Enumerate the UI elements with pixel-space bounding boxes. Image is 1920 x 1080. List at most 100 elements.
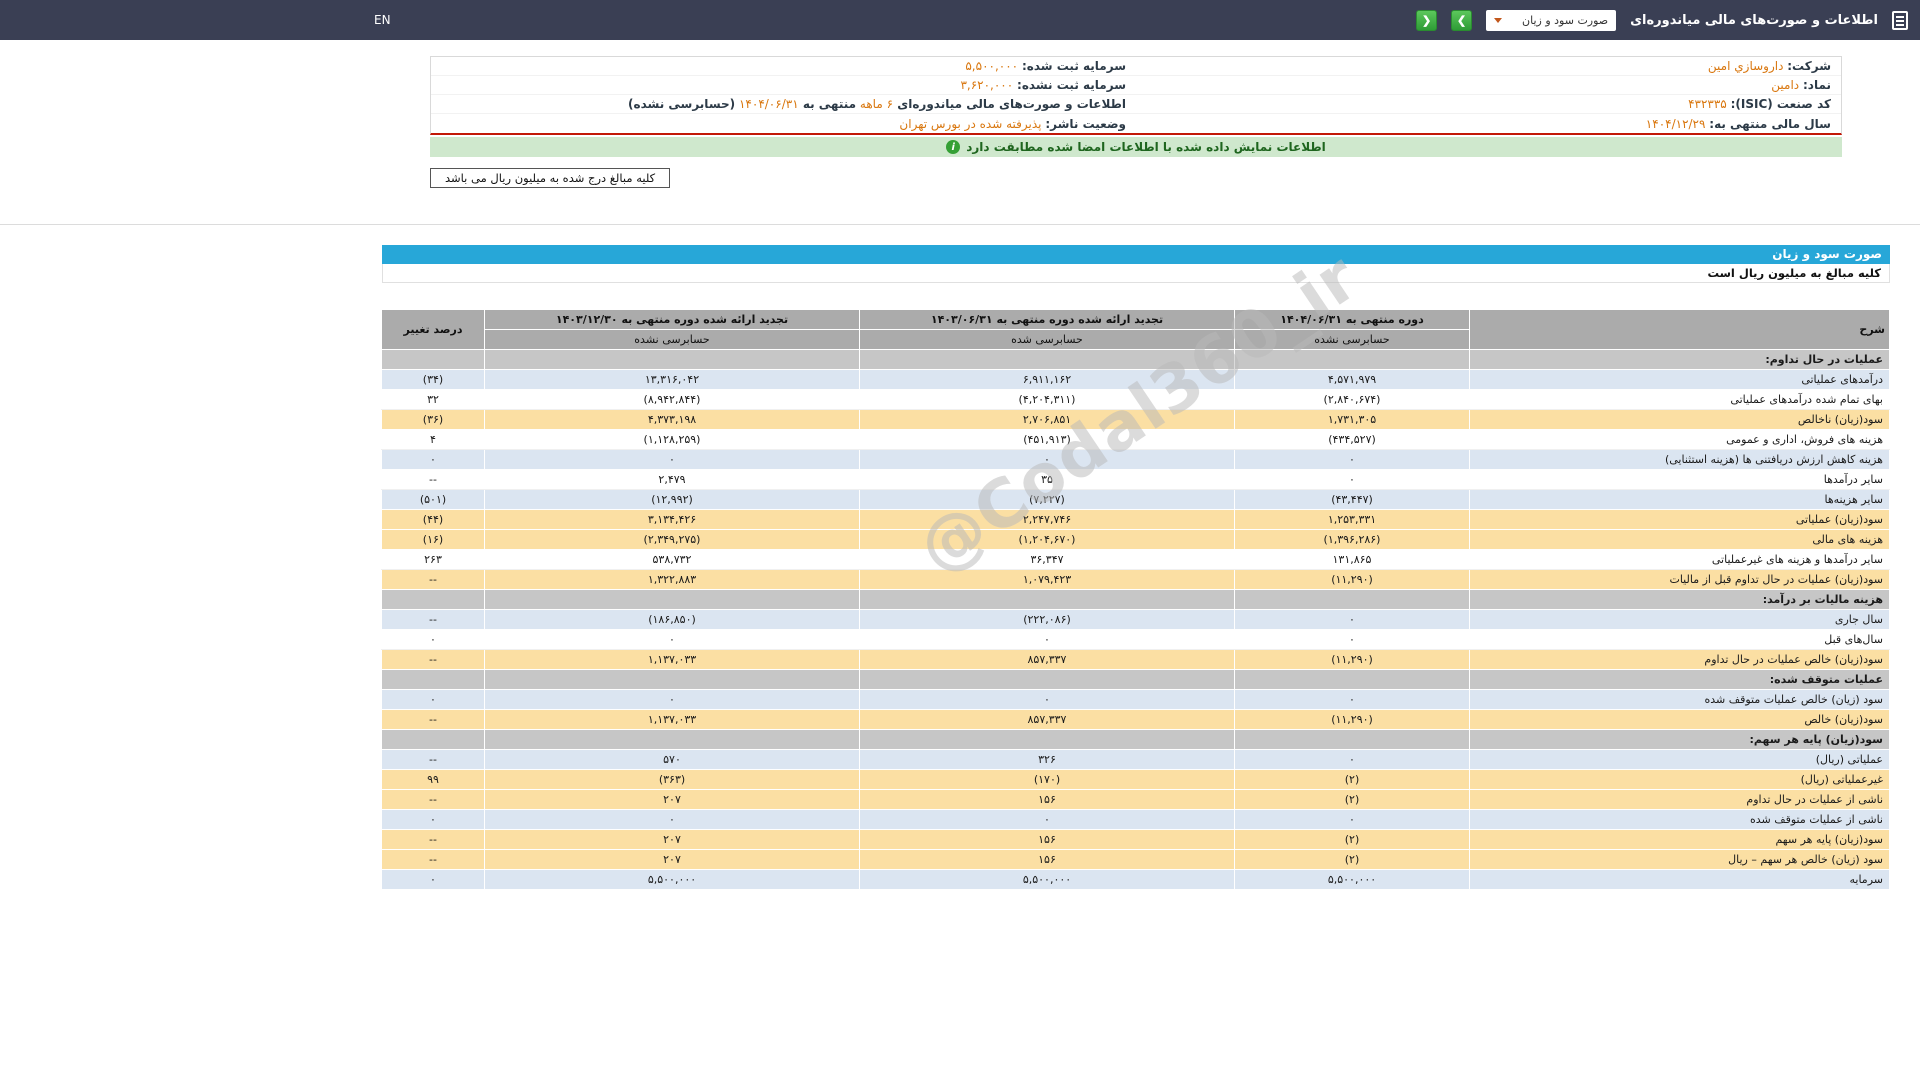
report-type-select[interactable]: صورت سود و زیان <box>1486 10 1616 31</box>
data-row: سرمایه۵,۵۰۰,۰۰۰۵,۵۰۰,۰۰۰۵,۵۰۰,۰۰۰۰ <box>382 870 1890 890</box>
change-percent-cell: ۴ <box>382 430 485 450</box>
value-cell: ۱۵۶ <box>860 830 1235 850</box>
value-cell: ۵۷۰ <box>485 750 860 770</box>
unit-note-row: کلیه مبالغ درج شده به میلیون ریال می باش… <box>430 167 1842 188</box>
section-divider <box>0 224 1920 225</box>
value-cell: (۴۳,۴۴۷) <box>1235 490 1470 510</box>
section-row: عملیات در حال تداوم: <box>382 350 1890 370</box>
column-header-description: شرح <box>1470 310 1890 350</box>
language-toggle[interactable]: EN <box>366 13 399 27</box>
data-row: سود (زیان) خالص هر سهم – ریال(۲)۱۵۶۲۰۷-- <box>382 850 1890 870</box>
value-cell: (۴۵۱,۹۱۳) <box>860 430 1235 450</box>
change-percent-cell: ۹۹ <box>382 770 485 790</box>
data-row: هزینه های مالی(۱,۳۹۶,۲۸۶)(۱,۲۰۴,۶۷۰)(۲,۳… <box>382 530 1890 550</box>
unregistered-capital-field: سرمایه ثبت نشده: ۳,۶۲۰,۰۰۰ <box>431 77 1136 93</box>
value-cell: ۰ <box>860 810 1235 830</box>
value-cell: (۳۶۳) <box>485 770 860 790</box>
change-percent-cell: -- <box>382 610 485 630</box>
audit-status-restated-2: حسابرسی نشده <box>485 330 860 350</box>
row-label: درآمدهای عملیاتی <box>1470 370 1890 390</box>
isic-field: کد صنعت (ISIC): ۴۳۲۳۳۵ <box>1136 96 1841 112</box>
income-statement-table: شرح دوره منتهی به ۱۴۰۴/۰۶/۳۱ تجدید ارائه… <box>381 309 1890 890</box>
report-icon <box>1892 11 1908 30</box>
data-row: عملیاتی (ریال)۰۳۲۶۵۷۰-- <box>382 750 1890 770</box>
section-title: هزینه مالیات بر درآمد: <box>1470 590 1890 610</box>
value-cell: (۴۳۴,۵۲۷) <box>1235 430 1470 450</box>
row-label: عملیاتی (ریال) <box>1470 750 1890 770</box>
previous-report-button[interactable]: ❮ <box>1416 10 1437 31</box>
value-cell: ۲۰۷ <box>485 790 860 810</box>
value-cell: ۰ <box>1235 630 1470 650</box>
section-empty-cell <box>485 350 860 370</box>
report-type-selected-value: صورت سود و زیان <box>1522 14 1608 27</box>
value-cell: ۰ <box>485 690 860 710</box>
report-period-mid: منتهی به <box>799 97 856 111</box>
value-cell: ۰ <box>1235 450 1470 470</box>
value-cell: ۰ <box>1235 690 1470 710</box>
data-row: سود(زیان) عملیاتی۱,۲۵۳,۳۳۱۲,۲۴۷,۷۴۶۳,۱۳۴… <box>382 510 1890 530</box>
value-cell: (۲,۸۴۰,۶۷۴) <box>1235 390 1470 410</box>
report-period-field: اطلاعات و صورت‌های مالی میاندوره‌ای ۶ ما… <box>431 96 1136 112</box>
value-cell: ۵۳۸,۷۳۲ <box>485 550 860 570</box>
row-label: سود(زیان) خالص <box>1470 710 1890 730</box>
change-percent-cell: (۳۶) <box>382 410 485 430</box>
data-row: سال جاری۰(۲۲۲,۰۸۶)(۱۸۶,۸۵۰)-- <box>382 610 1890 630</box>
value-cell: (۱۱,۲۹۰) <box>1235 650 1470 670</box>
registered-capital-label: سرمایه ثبت شده: <box>1022 59 1126 73</box>
section-empty-cell <box>1235 590 1470 610</box>
row-label: سال جاری <box>1470 610 1890 630</box>
row-label: غیرعملیاتی (ریال) <box>1470 770 1890 790</box>
change-percent-cell: ۰ <box>382 870 485 890</box>
section-row: سود(زیان) پایه هر سهم: <box>382 730 1890 750</box>
column-header-period-current: دوره منتهی به ۱۴۰۴/۰۶/۳۱ <box>1235 310 1470 330</box>
data-row: سایر درآمدها۰۳۵۲,۴۷۹-- <box>382 470 1890 490</box>
section-empty-cell <box>485 590 860 610</box>
value-cell: ۱,۷۳۱,۳۰۵ <box>1235 410 1470 430</box>
change-percent-cell: ۰ <box>382 630 485 650</box>
value-cell: ۰ <box>485 810 860 830</box>
row-label: سال‌های قبل <box>1470 630 1890 650</box>
value-cell: (۱,۳۹۶,۲۸۶) <box>1235 530 1470 550</box>
section-title: عملیات در حال تداوم: <box>1470 350 1890 370</box>
value-cell: ۵,۵۰۰,۰۰۰ <box>1235 870 1470 890</box>
data-row: بهای تمام شده درآمدهای عملیاتی(۲,۸۴۰,۶۷۴… <box>382 390 1890 410</box>
company-info-panel: شرکت: داروسازي امين سرمایه ثبت شده: ۵,۵۰… <box>430 56 1842 135</box>
value-cell: (۱,۲۰۴,۶۷۰) <box>860 530 1235 550</box>
value-cell: (۱۱,۲۹۰) <box>1235 710 1470 730</box>
row-label: هزینه های فروش، اداری و عمومی <box>1470 430 1890 450</box>
value-cell: ۲۰۷ <box>485 850 860 870</box>
section-empty-cell <box>382 590 485 610</box>
section-empty-cell <box>485 730 860 750</box>
signed-data-notice-text: اطلاعات نمایش داده شده با اطلاعات امضا ش… <box>966 140 1326 154</box>
change-percent-cell: (۱۶) <box>382 530 485 550</box>
company-value: داروسازي امين <box>1708 59 1784 73</box>
data-row: غیرعملیاتی (ریال)(۲)(۱۷۰)(۳۶۳)۹۹ <box>382 770 1890 790</box>
value-cell: (۱۲,۹۹۲) <box>485 490 860 510</box>
value-cell: ۱,۳۲۲,۸۸۳ <box>485 570 860 590</box>
value-cell: (۱۸۶,۸۵۰) <box>485 610 860 630</box>
fiscal-year-value: ۱۴۰۴/۱۲/۲۹ <box>1646 117 1706 131</box>
value-cell: ۱۵۶ <box>860 790 1235 810</box>
value-cell: (۲) <box>1235 850 1470 870</box>
change-percent-cell: -- <box>382 750 485 770</box>
section-empty-cell <box>860 730 1235 750</box>
info-row: شرکت: داروسازي امين سرمایه ثبت شده: ۵,۵۰… <box>431 57 1841 76</box>
section-empty-cell <box>382 730 485 750</box>
change-percent-cell: ۰ <box>382 690 485 710</box>
value-cell: ۰ <box>860 690 1235 710</box>
next-report-button[interactable]: ❯ <box>1451 10 1472 31</box>
section-empty-cell <box>860 590 1235 610</box>
isic-value: ۴۳۲۳۳۵ <box>1688 97 1727 111</box>
section-empty-cell <box>1235 670 1470 690</box>
statement-title-bar: صورت سود و زیان <box>382 245 1890 264</box>
change-percent-cell: -- <box>382 570 485 590</box>
row-label: سایر درآمدها و هزینه های غیرعملیاتی <box>1470 550 1890 570</box>
section-row: عملیات متوقف شده: <box>382 670 1890 690</box>
value-cell: ۱,۱۳۷,۰۳۳ <box>485 650 860 670</box>
change-percent-cell: ۰ <box>382 810 485 830</box>
change-percent-cell: -- <box>382 650 485 670</box>
section-empty-cell <box>860 350 1235 370</box>
section-empty-cell <box>382 350 485 370</box>
value-cell: ۱,۱۳۷,۰۳۳ <box>485 710 860 730</box>
company-label: شرکت: <box>1787 59 1831 73</box>
